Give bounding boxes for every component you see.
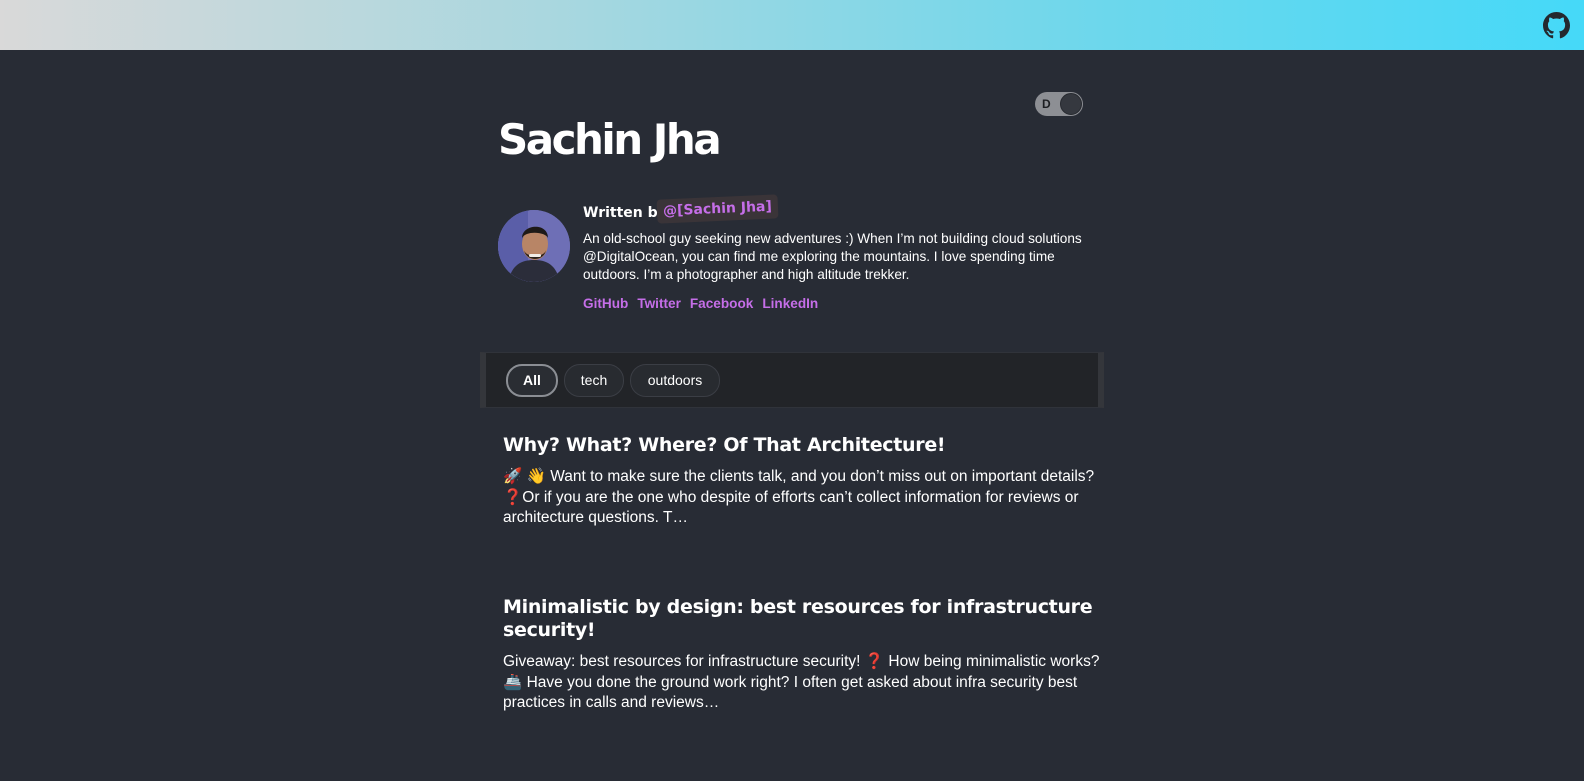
theme-toggle[interactable]: D — [1035, 92, 1083, 116]
post-excerpt: 🚀 👋 Want to make sure the clients talk, … — [503, 468, 1095, 526]
github-profile-link[interactable]: GitHub — [583, 295, 628, 313]
filter-chip-all[interactable]: All — [506, 364, 558, 397]
github-icon — [1543, 12, 1570, 39]
github-link[interactable] — [1543, 12, 1570, 39]
post-title-link[interactable]: Why? What? Where? Of That Architecture! — [503, 434, 1103, 457]
post-item: Why? What? Where? Of That Architecture! … — [503, 434, 1103, 529]
facebook-profile-link[interactable]: Facebook — [690, 295, 753, 313]
author-handle: @[Sachin Jha] — [656, 194, 779, 224]
site-title[interactable]: Sachin Jha — [498, 112, 722, 168]
author-bio: An old-school guy seeking new adventures… — [583, 231, 1082, 282]
post-excerpt: Giveaway: best resources for infrastruct… — [503, 653, 1100, 711]
twitter-profile-link[interactable]: Twitter — [637, 295, 681, 313]
linkedin-profile-link[interactable]: LinkedIn — [762, 295, 818, 313]
social-links: GitHub Twitter Facebook LinkedIn — [583, 295, 818, 313]
top-header-bar — [0, 0, 1584, 50]
written-by-label: Written by — [583, 205, 667, 221]
post-item: Minimalistic by design: best resources f… — [503, 596, 1103, 714]
theme-toggle-knob — [1060, 93, 1082, 115]
filter-chip-outdoors[interactable]: outdoors — [630, 364, 720, 397]
author-avatar — [498, 210, 570, 282]
filter-chip-tech[interactable]: tech — [564, 364, 624, 397]
tag-filter-bar: All tech outdoors — [480, 352, 1104, 408]
theme-toggle-label: D — [1042, 97, 1051, 111]
post-title-link[interactable]: Minimalistic by design: best resources f… — [503, 596, 1103, 642]
